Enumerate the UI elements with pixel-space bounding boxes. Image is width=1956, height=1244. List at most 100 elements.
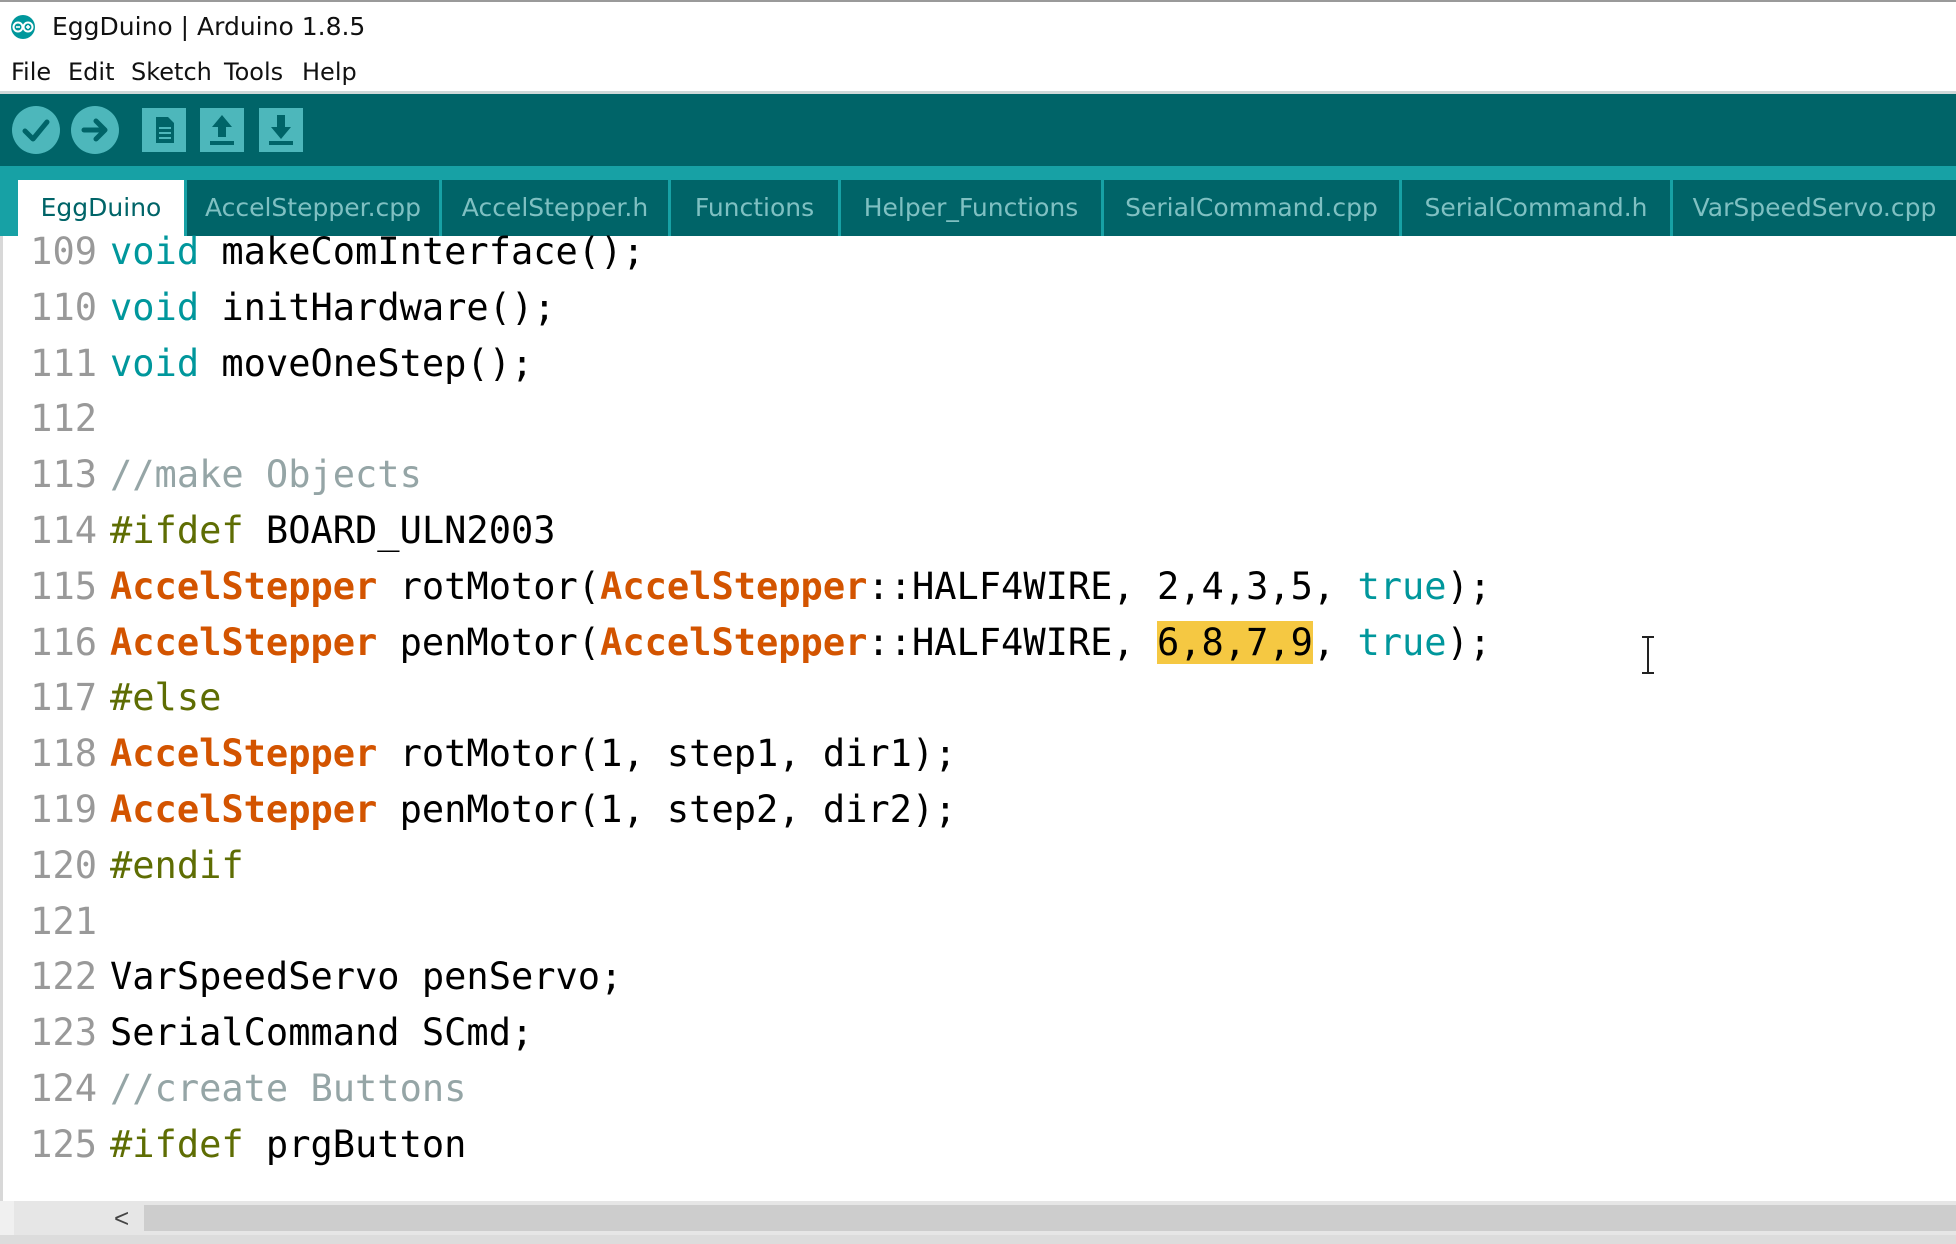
code-token: true [1357,620,1447,664]
code-text: #endif [110,838,244,894]
code-text: #ifdef prgButton [110,1117,466,1173]
code-line[interactable]: 110 void initHardware(); [3,280,1956,336]
code-text: SerialCommand SCmd; [110,1005,533,1061]
code-token: void [110,341,200,385]
code-token: AccelStepper [110,788,378,831]
code-token: #ifdef [110,509,244,552]
menu-sketch[interactable]: Sketch [131,58,212,86]
code-token: true [1357,564,1447,608]
code-line[interactable]: 123 SerialCommand SCmd; [3,1005,1956,1061]
open-button[interactable] [198,106,246,154]
code-line[interactable]: 112 [3,391,1956,447]
code-token: #else [110,676,222,720]
code-token: #endif [110,843,244,887]
menu-edit[interactable]: Edit [68,58,114,86]
window-title: EggDuino | Arduino 1.8.5 [52,12,366,41]
line-number: 124 [30,1067,97,1110]
code-token: ::HALF4WIRE, 2,4,3,5, [867,564,1358,608]
text-cursor-icon [1642,636,1654,674]
code-token: moveOneStep(); [221,341,534,385]
code-token: void [110,285,200,329]
code-token: penMotor( [377,620,601,664]
line-number: 114 [30,509,97,552]
new-button[interactable] [140,106,188,154]
line-number: 111 [30,341,97,385]
status-area [0,1235,1956,1244]
menu-help[interactable]: Help [302,58,357,86]
code-text: AccelStepper rotMotor(AccelStepper::HALF… [110,559,1491,615]
code-text: void initHardware(); [110,280,556,336]
code-text: void moveOneStep(); [110,336,533,392]
line-number: 117 [30,676,97,720]
code-token: rotMotor( [377,564,601,608]
code-token: prgButton [243,1122,467,1166]
code-line[interactable]: 119 AccelStepper penMotor(1, step2, dir2)… [3,782,1956,838]
document-icon [156,117,174,143]
save-button[interactable] [257,106,305,154]
code-token: BOARD_ULN2003 [243,509,556,552]
line-number: 123 [30,1011,97,1055]
line-number: 118 [30,732,97,776]
code-token: AccelStepper [110,564,378,608]
code-token: #ifdef [110,1122,244,1166]
line-number: 116 [30,620,97,664]
line-number: 120 [30,843,97,887]
code-line[interactable]: 113 //make Objects [3,447,1956,503]
code-text: VarSpeedServo penServo; [110,949,622,1005]
code-text: AccelStepper rotMotor(1, step1, dir1); [110,726,957,782]
scrollbar-thumb[interactable] [144,1205,1956,1231]
code-text: #else [110,670,221,726]
selected-text: 6,8,7,9 [1156,620,1313,664]
code-token: AccelStepper [110,732,378,776]
upload-button[interactable] [71,106,119,154]
code-line[interactable]: 109 void makeComInterface(); [3,224,1956,280]
title-bar: EggDuino | Arduino 1.8.5 [0,0,1956,52]
code-token: , [1312,620,1358,664]
code-line[interactable]: 120 #endif [3,838,1956,894]
code-line[interactable]: 114 #ifdef BOARD_ULN2003 [3,503,1956,559]
line-number: 113 [30,453,97,497]
menu-file[interactable]: File [11,58,51,86]
code-line[interactable]: 122 VarSpeedServo penServo; [3,949,1956,1005]
code-line[interactable]: 125 #ifdef prgButton [3,1117,1956,1173]
toolbar [0,94,1956,166]
code-text: AccelStepper penMotor(AccelStepper::HALF… [110,615,1491,671]
code-token: AccelStepper [600,564,868,608]
code-token: void [110,230,200,273]
code-token: rotMotor(1, step1, dir1); [377,732,957,776]
code-token: //make Objects [110,453,422,497]
menu-bar: File Edit Sketch Tools Help [0,52,1956,94]
code-text: #ifdef BOARD_ULN2003 [110,503,556,559]
code-token: ); [1446,620,1492,664]
code-line[interactable]: 124 //create Buttons [3,1061,1956,1117]
line-number: 112 [30,397,97,441]
code-token: makeComInterface(); [221,230,645,273]
scroll-left-arrow-icon[interactable]: < [114,1201,129,1235]
code-line[interactable]: 116 AccelStepper penMotor(AccelStepper::H… [3,615,1956,671]
line-number: 119 [30,788,97,831]
code-line[interactable]: 111 void moveOneStep(); [3,336,1956,392]
code-token: //create Buttons [110,1067,467,1110]
code-line[interactable]: 118 AccelStepper rotMotor(1, step1, dir1)… [3,726,1956,782]
code-text: AccelStepper penMotor(1, step2, dir2); [110,782,957,838]
code-line[interactable]: 117 #else [3,670,1956,726]
code-line[interactable]: 115 AccelStepper rotMotor(AccelStepper::H… [3,559,1956,615]
code-token: AccelStepper [110,620,378,664]
line-number: 121 [30,899,97,943]
code-token: ); [1446,564,1492,608]
line-number: 115 [30,564,97,608]
line-number: 110 [30,285,97,329]
code-editor[interactable]: 109 void makeComInterface(); 110 void initH… [0,230,1956,1201]
code-text: //make Objects [110,447,422,503]
line-number: 125 [30,1122,97,1166]
code-token: ::HALF4WIRE, [867,620,1157,664]
arduino-logo-icon [11,15,35,39]
verify-button[interactable] [12,106,60,154]
code-token: AccelStepper [600,620,868,664]
code-token: VarSpeedServo penServo; [110,955,623,999]
code-token: initHardware(); [221,285,556,329]
menu-tools[interactable]: Tools [224,58,283,86]
horizontal-scrollbar[interactable]: < [14,1201,1956,1235]
code-token: penMotor(1, step2, dir2); [377,788,957,831]
code-line[interactable]: 121 [3,894,1956,950]
